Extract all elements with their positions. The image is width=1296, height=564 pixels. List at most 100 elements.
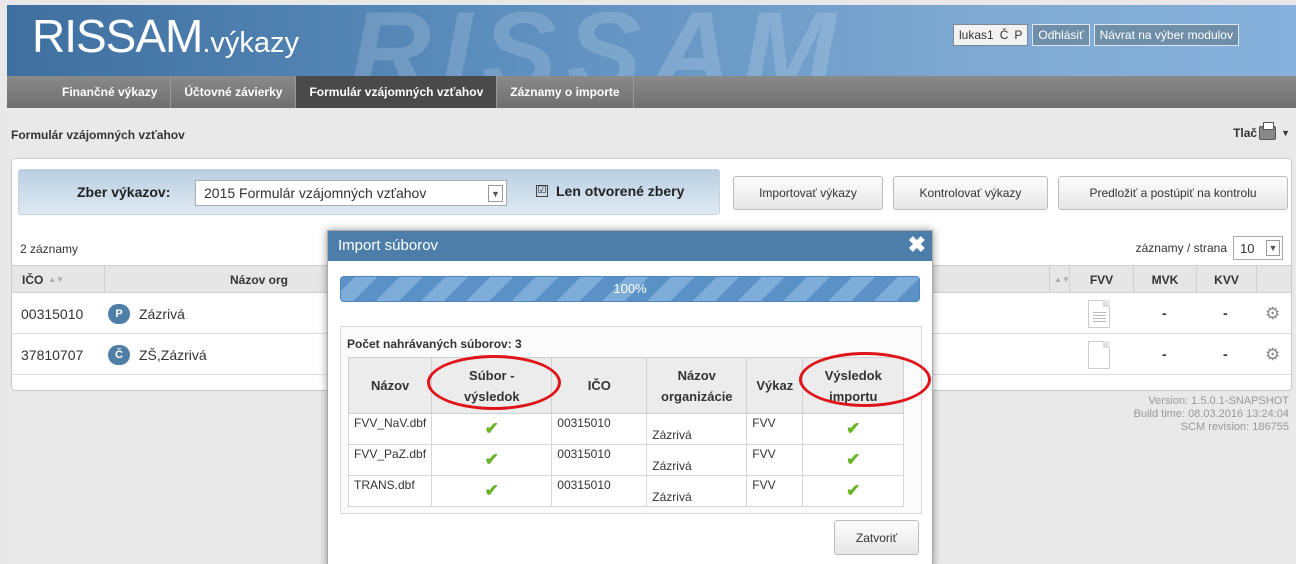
sort-icon: ▲▼: [48, 275, 65, 284]
file-report: FVV: [746, 475, 804, 507]
dialog-header: Import súborov ✖: [328, 231, 932, 261]
status-badge: Č: [108, 345, 130, 365]
per-page-select[interactable]: 10 ▼: [1233, 236, 1283, 260]
table-row: FVV_PaZ.dbf ✔ 00315010 Zázrivá FVV ✔: [347, 444, 905, 476]
per-page-label: záznamy / strana: [1135, 241, 1227, 255]
tab-formular-vzajomnych-vztahov[interactable]: Formulár vzájomných vzťahov: [296, 76, 498, 108]
check-icon: ✔: [846, 450, 861, 469]
collection-selected: 2015 Formulár vzájomných vzťahov: [204, 185, 427, 201]
user-name: lukas1: [959, 28, 994, 42]
filter-bar: Zber výkazov: 2015 Formulár vzájomných v…: [18, 169, 720, 215]
file-report: FVV: [746, 444, 804, 476]
gear-icon[interactable]: ⚙: [1265, 304, 1280, 324]
col-ico[interactable]: IČO ▲▼: [12, 266, 105, 293]
col-name-label: Názov org: [230, 272, 289, 287]
col-org-l2: organizácie: [661, 388, 733, 404]
tab-financne-vykazy[interactable]: Finančné výkazy: [49, 76, 172, 108]
row-name[interactable]: Zázrivá: [139, 306, 185, 322]
col-name-sort[interactable]: ▲▼: [1050, 266, 1070, 293]
open-only-checkbox[interactable]: ☑ Len otvorené zbery: [536, 183, 684, 199]
row-mvk: -: [1162, 346, 1167, 362]
logout-button[interactable]: Odhlásiť: [1032, 24, 1090, 46]
col-org-l1: Názov: [677, 367, 716, 383]
user-p[interactable]: P: [1014, 28, 1022, 42]
progress-bar: 100%: [340, 276, 920, 302]
table-row: FVV_NaV.dbf ✔ 00315010 Zázrivá FVV ✔: [347, 413, 905, 445]
per-page-value: 10: [1240, 241, 1255, 256]
printer-icon: [1259, 122, 1277, 140]
row-name[interactable]: ZŠ,Zázrivá: [139, 347, 207, 363]
file-result: ✔: [431, 444, 553, 476]
user-c[interactable]: Č: [1000, 28, 1009, 42]
file-result: ✔: [431, 475, 553, 507]
import-reports-button[interactable]: Importovať výkazy: [733, 176, 883, 210]
user-info: lukas1 Č P: [953, 24, 1029, 46]
chevron-down-icon: ▼: [1266, 240, 1280, 256]
col-ico-label: IČO: [22, 272, 44, 287]
progress-label: 100%: [613, 281, 647, 296]
row-ico: 37810707: [21, 347, 84, 363]
col-ico-label: IČO: [587, 378, 611, 393]
col-file-name-label: Názov: [370, 378, 410, 393]
file-ico: 00315010: [551, 413, 648, 445]
document-filled-icon[interactable]: [1088, 300, 1110, 328]
checkbox-checked-icon: ☑: [536, 185, 548, 197]
file-ico: 00315010: [551, 444, 648, 476]
col-file-name: Názov: [347, 357, 433, 414]
brand-logo[interactable]: RISSAM.výkazy: [32, 9, 299, 63]
file-name: FVV_PaZ.dbf: [347, 444, 433, 476]
collection-select[interactable]: 2015 Formulár vzájomných vzťahov ▼: [195, 180, 507, 206]
import-results-box: Počet nahrávaných súborov: 3 Názov Súbor…: [340, 326, 931, 514]
gear-icon[interactable]: ⚙: [1265, 345, 1280, 365]
print-button[interactable]: Tlač ▼: [1233, 122, 1290, 140]
close-dialog-button[interactable]: Zatvoriť: [834, 520, 919, 555]
col-actions: [1257, 266, 1291, 293]
import-result: ✔: [802, 444, 905, 476]
header-watermark: RISSAM: [350, 5, 846, 76]
chevron-down-icon: ▼: [488, 185, 503, 202]
highlight-ring: [799, 352, 931, 407]
main-nav: Finančné výkazy Účtovné závierky Formulá…: [7, 76, 1296, 108]
row-kvv: -: [1223, 346, 1228, 362]
col-org-name: Názov organizácie: [646, 357, 748, 414]
check-icon: ✔: [484, 419, 499, 438]
collection-label: Zber výkazov:: [77, 184, 171, 200]
submit-for-review-button[interactable]: Predložiť a postúpiť na kontrolu: [1058, 176, 1288, 210]
brand-main: RISSAM: [32, 10, 203, 62]
app-header: RISSAM RISSAM.výkazy lukas1 Č P Odhlásiť…: [7, 5, 1296, 76]
import-result: ✔: [802, 475, 905, 507]
record-count: 2 záznamy: [20, 242, 79, 256]
row-mvk: -: [1162, 305, 1167, 321]
check-icon: ✔: [846, 419, 861, 438]
file-org: Zázrivá: [646, 413, 748, 445]
file-result: ✔: [431, 413, 553, 445]
check-icon: ✔: [846, 481, 861, 500]
import-dialog: Import súborov ✖ 100% Počet nahrávaných …: [327, 230, 933, 564]
check-reports-button[interactable]: Kontrolovať výkazy: [893, 176, 1048, 210]
row-ico: 00315010: [21, 306, 84, 322]
import-result: ✔: [802, 413, 905, 445]
col-report-label: Výkaz: [756, 378, 794, 393]
build-time: Build time: 08.03.2016 13:24:04: [1133, 408, 1289, 420]
col-report: Výkaz: [746, 357, 804, 414]
tab-uctovne-zavierky[interactable]: Účtovné závierky: [171, 76, 297, 108]
dialog-title: Import súborov: [338, 237, 439, 254]
col-kvv[interactable]: KVV: [1197, 266, 1257, 293]
col-fvv[interactable]: FVV: [1069, 266, 1134, 293]
tab-zaznamy-o-importe[interactable]: Záznamy o importe: [497, 76, 634, 108]
status-badge: P: [108, 304, 130, 324]
file-ico: 00315010: [551, 475, 648, 507]
col-ico: IČO: [551, 357, 648, 414]
user-box: lukas1 Č P Odhlásiť Návrat na výber modu…: [953, 24, 1239, 46]
print-label: Tlač: [1233, 126, 1258, 140]
document-empty-icon[interactable]: [1088, 341, 1110, 369]
per-page-control: záznamy / strana 10 ▼: [1136, 236, 1283, 260]
close-icon[interactable]: ✖: [908, 232, 926, 258]
col-mvk[interactable]: MVK: [1134, 266, 1197, 293]
file-count: Počet nahrávaných súborov: 3: [347, 337, 522, 351]
highlight-ring: [427, 355, 561, 410]
brand-sub: .výkazy: [202, 27, 300, 59]
version-info: Version: 1.5.0.1-SNAPSHOT Build time: 08…: [1134, 395, 1289, 434]
sort-icon: ▲▼: [1054, 275, 1070, 284]
back-to-modules-button[interactable]: Návrat na výber modulov: [1093, 24, 1239, 46]
